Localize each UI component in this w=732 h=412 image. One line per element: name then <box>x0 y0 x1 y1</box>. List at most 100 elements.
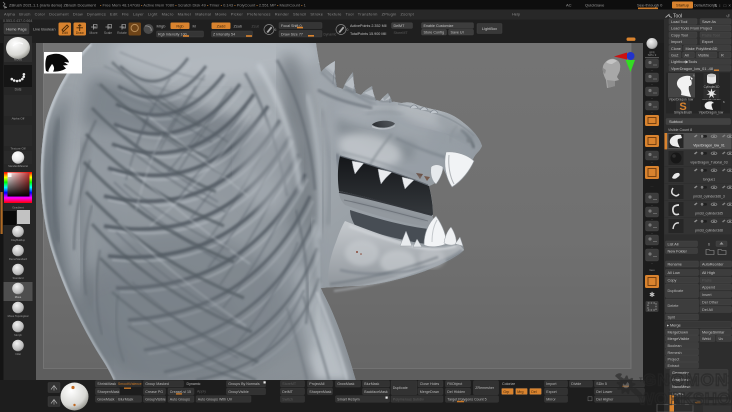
svg-text:SharpenMask: SharpenMask <box>97 390 119 394</box>
svg-text:Uv: Uv <box>719 337 724 341</box>
svg-text:Smart ReSym: Smart ReSym <box>337 397 359 401</box>
svg-text:Auto Groups: Auto Groups <box>170 397 190 401</box>
svg-text:ZRemesher: ZRemesher <box>475 386 495 390</box>
svg-text:Home Page: Home Page <box>6 26 27 31</box>
svg-text:Mrg: Mrg <box>517 390 523 394</box>
svg-text:tongue1: tongue1 <box>703 178 715 182</box>
svg-text:Rotate: Rotate <box>117 31 127 35</box>
svg-text:ViperDragon_low: ViperDragon_low <box>699 111 724 115</box>
svg-text:ViperDragon_low_01 -48: ViperDragon_low_01 -48 <box>671 67 713 71</box>
svg-text:Store Config: Store Config <box>424 31 445 35</box>
svg-text:Copy: Copy <box>668 279 677 283</box>
svg-text:Save As: Save As <box>702 20 716 24</box>
svg-text:Import: Import <box>671 40 683 44</box>
svg-text:All High: All High <box>702 271 715 275</box>
svg-text:Insert: Insert <box>702 293 712 297</box>
svg-text:Draw: Draw <box>76 31 84 35</box>
svg-text:Target Polygons Count 5: Target Polygons Count 5 <box>447 397 486 401</box>
svg-text:Clone: Clone <box>671 47 681 51</box>
svg-text:Project: Project <box>668 357 681 361</box>
svg-text:SmoothValence: SmoothValence <box>118 382 142 386</box>
svg-text:GrowMask: GrowMask <box>337 382 354 386</box>
svg-text:Append: Append <box>702 286 715 290</box>
svg-text:Crease PG: Crease PG <box>145 390 163 394</box>
svg-text:Cylinder3D: Cylinder3D <box>704 85 720 89</box>
svg-text:Apply: Apply <box>197 390 206 394</box>
svg-text:Geo: Geo <box>649 268 655 272</box>
svg-text:Enable Customize: Enable Customize <box>424 24 454 28</box>
svg-text:Dynamic: Dynamic <box>187 382 201 386</box>
svg-text:Duplicate: Duplicate <box>668 289 684 293</box>
svg-text:Inflat: Inflat <box>15 352 21 356</box>
svg-text:Save UI: Save UI <box>451 31 464 35</box>
svg-text:Subtool: Subtool <box>669 119 683 124</box>
svg-text:FillObject: FillObject <box>447 382 462 386</box>
svg-text:Colorize: Colorize <box>502 382 515 386</box>
svg-text:ActivePoints 2.352 MIl: ActivePoints 2.352 MIl <box>350 24 387 28</box>
svg-text:Delete: Delete <box>668 304 679 308</box>
svg-text:List All: List All <box>668 242 679 246</box>
svg-text:QuickSave: QuickSave <box>585 3 605 8</box>
svg-text:Switch: Switch <box>282 397 293 401</box>
svg-text:GNOMON: GNOMON <box>643 371 729 390</box>
svg-text:DelMT: DelMT <box>282 390 293 394</box>
svg-text:GoZ: GoZ <box>671 53 679 57</box>
svg-text:Mirror: Mirror <box>546 397 556 401</box>
svg-text:• Free Mem 48.147GB • Active M: • Free Mem 48.147GB • Active Mem 7080 • … <box>100 3 307 8</box>
svg-text:Close Holes: Close Holes <box>420 382 440 386</box>
svg-text:StandardMaterial: StandardMaterial <box>8 164 28 168</box>
svg-text:6: 6 <box>275 28 277 32</box>
svg-text:GrowMask: GrowMask <box>97 397 114 401</box>
svg-text:Del Hidden: Del Hidden <box>447 390 465 394</box>
svg-text:⇅: ⇅ <box>714 3 718 8</box>
svg-text:0: 0 <box>347 28 349 32</box>
svg-text:Copy Tool: Copy Tool <box>671 33 688 37</box>
svg-text:New Folder: New Folder <box>668 249 688 253</box>
svg-text:Rgb Intensity 100: Rgb Intensity 100 <box>158 33 187 37</box>
svg-text:···: ··· <box>651 130 654 134</box>
svg-text:SDiv 5: SDiv 5 <box>596 382 607 386</box>
svg-text:Group Masked: Group Masked <box>145 382 169 386</box>
svg-text:Del Higher: Del Higher <box>596 397 614 401</box>
svg-text:Remesh: Remesh <box>668 351 682 355</box>
svg-text:LightBox: LightBox <box>482 26 497 31</box>
svg-text:Move: Move <box>15 295 22 299</box>
svg-text:M: M <box>193 24 196 29</box>
svg-text:WORKSHOP: WORKSHOP <box>638 390 732 409</box>
svg-text:Divide: Divide <box>571 382 581 386</box>
svg-text:Live Boolean: Live Boolean <box>33 26 56 31</box>
svg-text:Duplicate: Duplicate <box>393 386 408 390</box>
svg-text:MergeSimilar: MergeSimilar <box>702 331 725 335</box>
svg-text:✱: ✱ <box>649 291 655 299</box>
svg-text:All Low: All Low <box>668 271 680 275</box>
svg-text:Help: Help <box>512 12 520 17</box>
svg-text:Rgb: Rgb <box>176 23 183 28</box>
svg-text:Grp: Grp <box>503 390 509 394</box>
svg-text:Split: Split <box>668 316 676 320</box>
svg-text:Gradient: Gradient <box>12 206 24 210</box>
svg-text:Import: Import <box>546 382 556 386</box>
svg-text:AC: AC <box>566 3 572 8</box>
svg-text:DelMT: DelMT <box>394 24 406 28</box>
svg-text:CreaseLvl 15: CreaseLvl 15 <box>170 390 191 394</box>
svg-text:ShrinkMask: ShrinkMask <box>97 382 116 386</box>
svg-text:Morph: Morph <box>14 333 22 337</box>
svg-text:StoreMT: StoreMT <box>282 382 297 386</box>
svg-text:Auto Groups With UV: Auto Groups With UV <box>198 397 233 401</box>
svg-text:MergeVisible: MergeVisible <box>668 337 690 341</box>
svg-text:Zcut: Zcut <box>252 25 259 29</box>
svg-text:SPix 3: SPix 3 <box>648 53 657 57</box>
svg-text:Z Intensity 54: Z Intensity 54 <box>213 33 235 37</box>
svg-text:Zadd: Zadd <box>217 23 226 28</box>
svg-text:BlurMask: BlurMask <box>118 397 133 401</box>
svg-text:Export: Export <box>546 390 556 394</box>
svg-text:Scale: Scale <box>104 31 112 35</box>
svg-text:Draw Size 77: Draw Size 77 <box>281 32 303 36</box>
svg-text:pm3d_cylinder3d5: pm3d_cylinder3d5 <box>695 212 723 216</box>
svg-text:Move: Move <box>14 58 22 62</box>
svg-text:GroupVisible: GroupVisible <box>228 390 249 394</box>
svg-text:SharpenMask: SharpenMask <box>309 390 331 394</box>
svg-text:AutoReorder: AutoReorder <box>702 263 724 267</box>
svg-text:MergeDown: MergeDown <box>420 390 439 394</box>
svg-text:Paste: Paste <box>702 279 712 283</box>
